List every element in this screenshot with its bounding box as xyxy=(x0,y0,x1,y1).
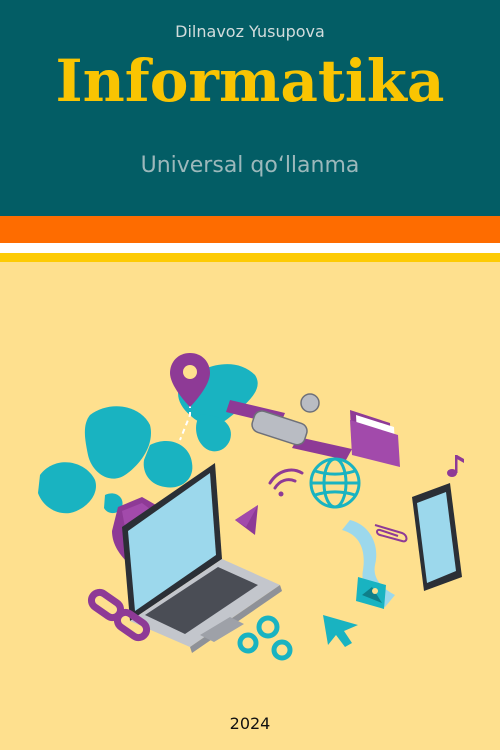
world-map-icon xyxy=(38,364,258,514)
white-stripe xyxy=(0,243,500,253)
globe-icon xyxy=(309,457,361,509)
tablet-icon xyxy=(412,483,462,591)
technology-illustration xyxy=(38,353,464,661)
satellite-icon xyxy=(226,393,352,460)
gears-icon xyxy=(237,615,293,661)
folder-icon xyxy=(350,410,400,467)
wifi-icon xyxy=(268,468,304,497)
book-title: Informatika xyxy=(55,47,445,115)
cursor-arrow-icon xyxy=(323,615,358,647)
book-subtitle: Universal qo‘llanma xyxy=(140,153,360,178)
paper-plane-icon xyxy=(235,505,258,535)
book-cover: Dilnavoz Yusupova Informatika Universal … xyxy=(0,0,500,750)
author-name: Dilnavoz Yusupova xyxy=(175,22,325,41)
paperclip-icon xyxy=(374,524,408,543)
orange-stripe xyxy=(0,216,500,243)
image-card-icon xyxy=(356,577,386,609)
yellow-stripe xyxy=(0,253,500,262)
publication-year: 2024 xyxy=(229,714,271,733)
music-note-icon xyxy=(447,455,464,477)
